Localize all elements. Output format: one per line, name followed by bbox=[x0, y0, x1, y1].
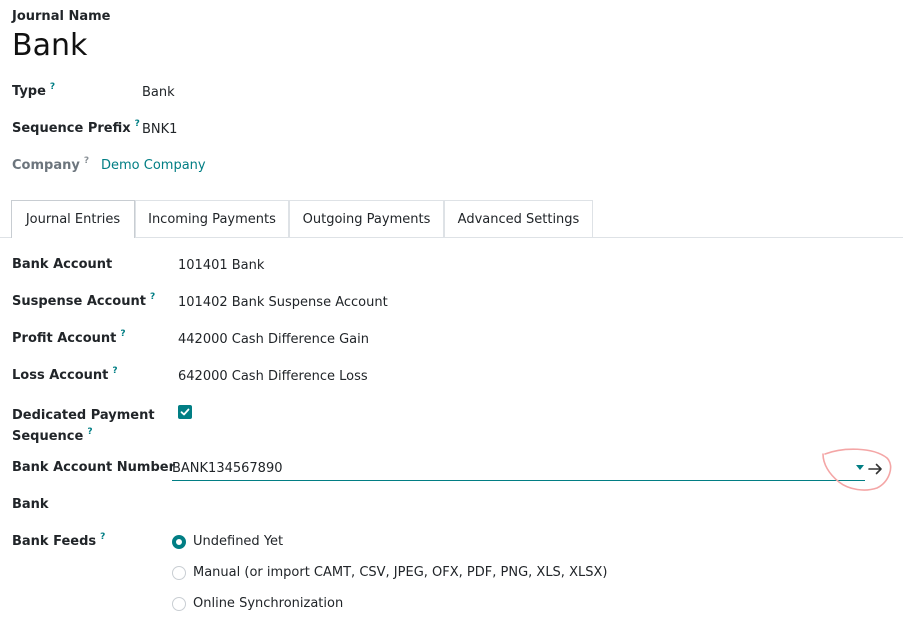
bank-account-number-underline bbox=[172, 480, 865, 481]
help-icon[interactable]: ? bbox=[84, 156, 89, 166]
bank-account-number-input[interactable]: BANK134567890 bbox=[172, 461, 283, 476]
tab-outgoing-payments[interactable]: Outgoing Payments bbox=[289, 200, 444, 237]
dedicated-payment-sequence-checkbox[interactable] bbox=[178, 405, 192, 419]
page-title[interactable]: Bank bbox=[12, 28, 87, 63]
company-label: Company? bbox=[12, 156, 90, 173]
bank-account-value[interactable]: 101401 Bank bbox=[178, 258, 264, 273]
suspense-account-label: Suspense Account? bbox=[12, 292, 156, 309]
help-icon[interactable]: ? bbox=[120, 329, 125, 339]
help-icon[interactable]: ? bbox=[50, 82, 55, 92]
type-value[interactable]: Bank bbox=[142, 85, 175, 100]
tab-journal-entries[interactable]: Journal Entries bbox=[11, 200, 135, 238]
bank-label: Bank bbox=[12, 497, 49, 512]
tab-advanced-settings[interactable]: Advanced Settings bbox=[444, 200, 593, 237]
radio-label-manual[interactable]: Manual (or import CAMT, CSV, JPEG, OFX, … bbox=[193, 565, 607, 580]
dedicated-payment-sequence-label: Dedicated Payment Sequence? bbox=[12, 408, 155, 444]
annotation-circle-icon bbox=[822, 448, 892, 491]
sequence-prefix-value[interactable]: BNK1 bbox=[142, 122, 177, 137]
radio-online-synchronization[interactable] bbox=[172, 597, 186, 611]
journal-name-label: Journal Name bbox=[12, 9, 111, 24]
bank-account-number-label: Bank Account Number bbox=[12, 460, 175, 475]
type-label: Type? bbox=[12, 82, 56, 99]
tab-incoming-payments[interactable]: Incoming Payments bbox=[135, 200, 289, 237]
bank-feeds-label: Bank Feeds? bbox=[12, 532, 106, 549]
bank-account-label: Bank Account bbox=[12, 257, 113, 272]
help-icon[interactable]: ? bbox=[150, 292, 155, 302]
radio-undefined-yet[interactable] bbox=[172, 535, 186, 549]
check-icon bbox=[180, 408, 190, 416]
loss-account-value[interactable]: 642000 Cash Difference Loss bbox=[178, 369, 368, 384]
help-icon[interactable]: ? bbox=[112, 366, 117, 376]
loss-account-label: Loss Account? bbox=[12, 366, 118, 383]
radio-label-online-synchronization[interactable]: Online Synchronization bbox=[193, 596, 343, 611]
radio-label-undefined-yet[interactable]: Undefined Yet bbox=[193, 534, 283, 549]
radio-manual[interactable] bbox=[172, 566, 186, 580]
suspense-account-value[interactable]: 101402 Bank Suspense Account bbox=[178, 295, 388, 310]
help-icon[interactable]: ? bbox=[87, 427, 92, 437]
profit-account-label: Profit Account? bbox=[12, 329, 126, 346]
profit-account-value[interactable]: 442000 Cash Difference Gain bbox=[178, 332, 369, 347]
company-link[interactable]: Demo Company bbox=[101, 158, 206, 173]
sequence-prefix-label: Sequence Prefix? bbox=[12, 119, 140, 136]
help-icon[interactable]: ? bbox=[135, 119, 140, 129]
tabs-divider bbox=[0, 237, 903, 238]
help-icon[interactable]: ? bbox=[100, 532, 105, 542]
